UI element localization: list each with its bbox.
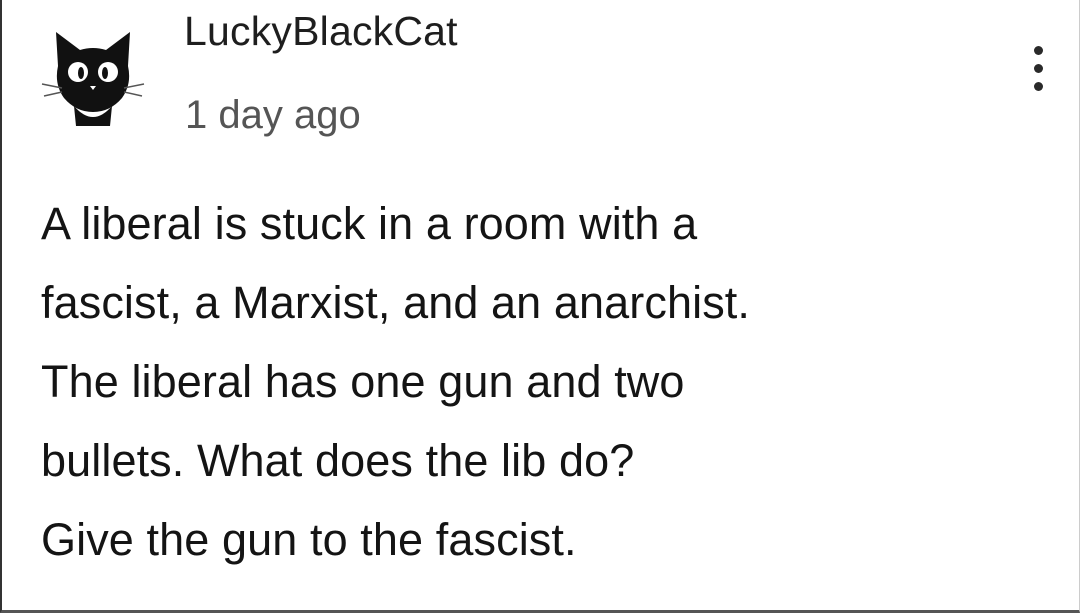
comment-line: A liberal is stuck in a room with a <box>41 198 698 249</box>
menu-dot <box>1034 82 1043 91</box>
black-cat-icon[interactable] <box>40 28 146 128</box>
comment-line: Give the gun to the fascist. <box>41 514 577 565</box>
comment-text: A liberal is stuck in a room with a fasc… <box>41 184 1051 579</box>
comment-line: fascist, a Marxist, and an anarchist. <box>41 277 750 328</box>
menu-dot <box>1034 64 1043 73</box>
timestamp: 1 day ago <box>185 93 361 137</box>
comment-line: bullets. What does the lib do? <box>41 435 635 486</box>
more-vertical-icon[interactable] <box>1024 38 1054 98</box>
author-name[interactable]: LuckyBlackCat <box>184 6 458 56</box>
comment-card: LuckyBlackCat 1 day ago A liberal is stu… <box>0 0 1080 613</box>
comment-line: The liberal has one gun and two <box>41 356 685 407</box>
menu-dot <box>1034 46 1043 55</box>
